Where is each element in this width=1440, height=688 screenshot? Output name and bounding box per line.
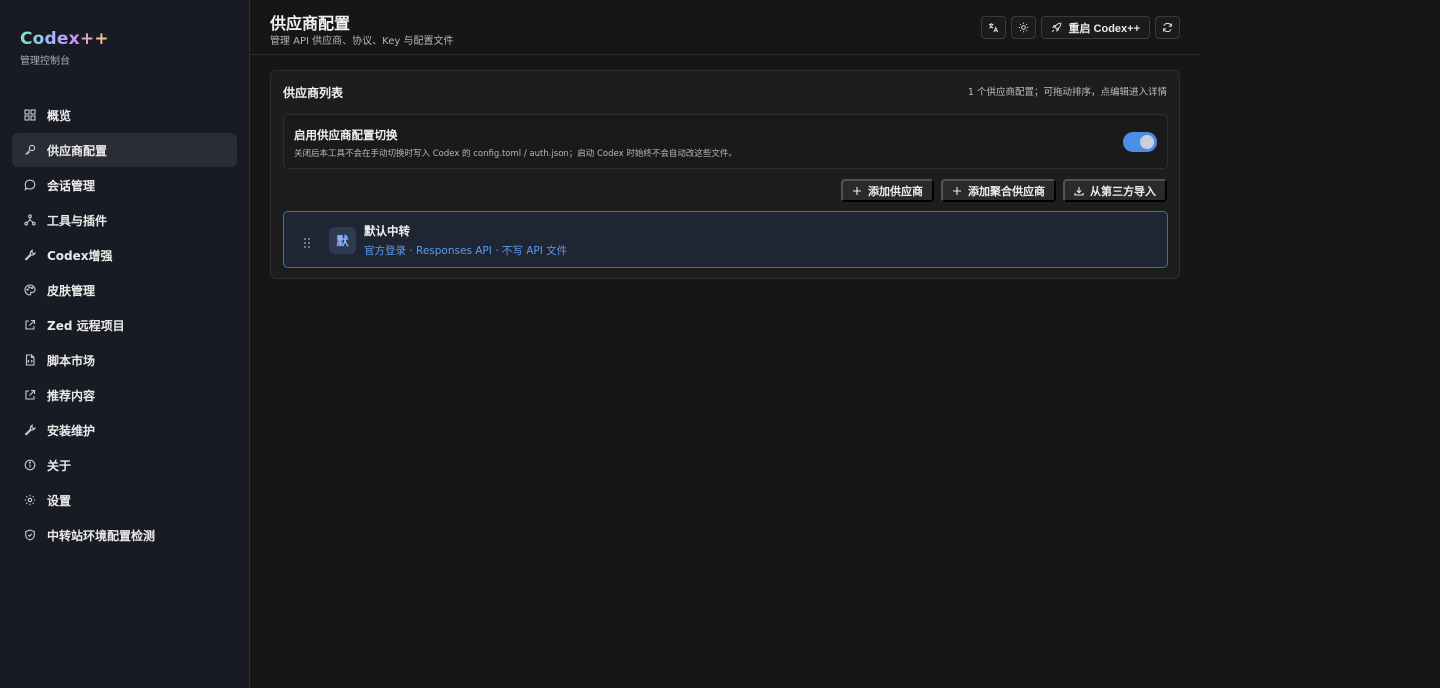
provider-meta: 官方登录 · Responses API · 不写 API 文件 bbox=[364, 245, 568, 257]
refresh-icon bbox=[1162, 22, 1173, 33]
card-hint: 1 个供应商配置；可拖动排序，点编辑进入详情 bbox=[967, 87, 1167, 98]
nodes-icon bbox=[24, 214, 36, 226]
sidebar-item-label: Codex增强 bbox=[47, 248, 113, 263]
switch-title: 启用供应商配置切换 bbox=[294, 128, 398, 142]
sidebar-nav: 概览 供应商配置 会话管理 工具与插件 Codex增强 皮肤管理 Zed 远程项… bbox=[12, 98, 237, 552]
sidebar-item-label: 概览 bbox=[47, 108, 72, 123]
add-provider-label: 添加供应商 bbox=[868, 185, 923, 198]
chat-icon bbox=[24, 179, 36, 191]
sidebar-item-label: 脚本市场 bbox=[47, 353, 96, 368]
sidebar-item-label: 设置 bbox=[47, 493, 72, 508]
refresh-button[interactable] bbox=[1155, 16, 1180, 39]
theme-toggle-button[interactable] bbox=[1011, 16, 1037, 39]
provider-row[interactable]: 默 默认中转 官方登录 · Responses API · 不写 API 文件 bbox=[283, 211, 1168, 268]
app-root: Codex++ 管理控制台 概览 供应商配置 会话管理 工具与插件 Codex增… bbox=[0, 0, 1440, 688]
sidebar-item-label: 中转站环境配置检测 bbox=[47, 528, 156, 543]
plus-icon bbox=[852, 186, 868, 196]
add-aggregate-provider-label: 添加聚合供应商 bbox=[968, 185, 1045, 198]
sidebar-item-overview[interactable]: 概览 bbox=[12, 98, 237, 132]
sidebar-item-label: 皮肤管理 bbox=[47, 283, 96, 298]
sidebar-item-label: 安装维护 bbox=[47, 423, 96, 438]
card-title: 供应商列表 bbox=[283, 86, 344, 100]
sidebar-item-recommended[interactable]: 推荐内容 bbox=[12, 378, 237, 412]
sidebar-item-about[interactable]: 关于 bbox=[12, 448, 237, 482]
palette-icon bbox=[24, 284, 36, 296]
sidebar-item-codex-enhance[interactable]: Codex增强 bbox=[12, 238, 237, 272]
external-link-icon bbox=[24, 319, 36, 331]
sidebar-item-label: 供应商配置 bbox=[47, 143, 108, 158]
sidebar-item-label: Zed 远程项目 bbox=[47, 318, 125, 333]
top-actions: 重启 Codex++ bbox=[981, 16, 1180, 39]
rocket-icon bbox=[1051, 22, 1062, 33]
wrench-icon bbox=[24, 424, 36, 436]
wrench-icon bbox=[24, 249, 36, 261]
sun-icon bbox=[1018, 22, 1029, 33]
add-provider-button[interactable]: 添加供应商 bbox=[841, 179, 934, 202]
sidebar-item-sessions[interactable]: 会话管理 bbox=[12, 168, 237, 202]
provider-name: 默认中转 bbox=[364, 224, 410, 238]
grid-icon bbox=[24, 109, 36, 121]
sidebar-item-label: 会话管理 bbox=[47, 178, 96, 193]
key-icon bbox=[24, 144, 36, 156]
provider-avatar: 默 bbox=[329, 227, 356, 254]
page-subtitle: 管理 API 供应商、协议、Key 与配置文件 bbox=[270, 36, 454, 47]
plus-icon bbox=[952, 186, 968, 196]
external-link-icon bbox=[24, 389, 36, 401]
provider-switch-panel: 启用供应商配置切换 关闭后本工具不会在手动切换时写入 Codex 的 confi… bbox=[283, 114, 1168, 169]
restart-codex-label: 重启 Codex++ bbox=[1068, 22, 1140, 35]
translate-icon bbox=[988, 22, 999, 33]
sidebar-item-zed-remote[interactable]: Zed 远程项目 bbox=[12, 308, 237, 342]
toggle-knob bbox=[1140, 135, 1154, 149]
provider-switch-toggle[interactable] bbox=[1123, 132, 1157, 152]
import-third-party-label: 从第三方导入 bbox=[1090, 185, 1156, 198]
sidebar-item-label: 关于 bbox=[47, 458, 72, 473]
download-icon bbox=[1074, 186, 1090, 196]
sidebar-item-skins[interactable]: 皮肤管理 bbox=[12, 273, 237, 307]
page-title: 供应商配置 bbox=[270, 14, 351, 33]
main-content: 供应商配置 管理 API 供应商、协议、Key 与配置文件 重启 Codex++… bbox=[250, 0, 1440, 688]
file-code-icon bbox=[24, 354, 36, 366]
shield-icon bbox=[24, 529, 36, 541]
add-aggregate-provider-button[interactable]: 添加聚合供应商 bbox=[941, 179, 1056, 202]
sidebar-item-maintenance[interactable]: 安装维护 bbox=[12, 413, 237, 447]
info-icon bbox=[24, 459, 36, 471]
drag-handle-icon[interactable] bbox=[302, 234, 312, 248]
sidebar-item-label: 工具与插件 bbox=[47, 213, 108, 228]
provider-actions: 添加供应商 添加聚合供应商 从第三方导入 bbox=[841, 179, 1167, 202]
brand-logo: Codex++ bbox=[20, 29, 109, 49]
sidebar-item-relay-check[interactable]: 中转站环境配置检测 bbox=[12, 518, 237, 552]
sidebar-item-label: 推荐内容 bbox=[47, 388, 96, 403]
gear-icon bbox=[24, 494, 36, 506]
import-third-party-button[interactable]: 从第三方导入 bbox=[1063, 179, 1167, 202]
switch-description: 关闭后本工具不会在手动切换时写入 Codex 的 config.toml / a… bbox=[294, 149, 737, 159]
sidebar-item-settings[interactable]: 设置 bbox=[12, 483, 237, 517]
sidebar-item-script-market[interactable]: 脚本市场 bbox=[12, 343, 237, 377]
brand: Codex++ 管理控制台 bbox=[12, 20, 237, 90]
brand-subtitle: 管理控制台 bbox=[20, 56, 70, 67]
provider-list-card: 供应商列表 1 个供应商配置；可拖动排序，点编辑进入详情 启用供应商配置切换 关… bbox=[270, 70, 1180, 279]
topbar: 供应商配置 管理 API 供应商、协议、Key 与配置文件 重启 Codex++ bbox=[250, 0, 1200, 55]
sidebar-item-tools[interactable]: 工具与插件 bbox=[12, 203, 237, 237]
sidebar-item-providers[interactable]: 供应商配置 bbox=[12, 133, 237, 167]
sidebar: Codex++ 管理控制台 概览 供应商配置 会话管理 工具与插件 Codex增… bbox=[0, 0, 250, 688]
translate-button[interactable] bbox=[981, 16, 1007, 39]
restart-codex-button[interactable]: 重启 Codex++ bbox=[1041, 16, 1150, 39]
